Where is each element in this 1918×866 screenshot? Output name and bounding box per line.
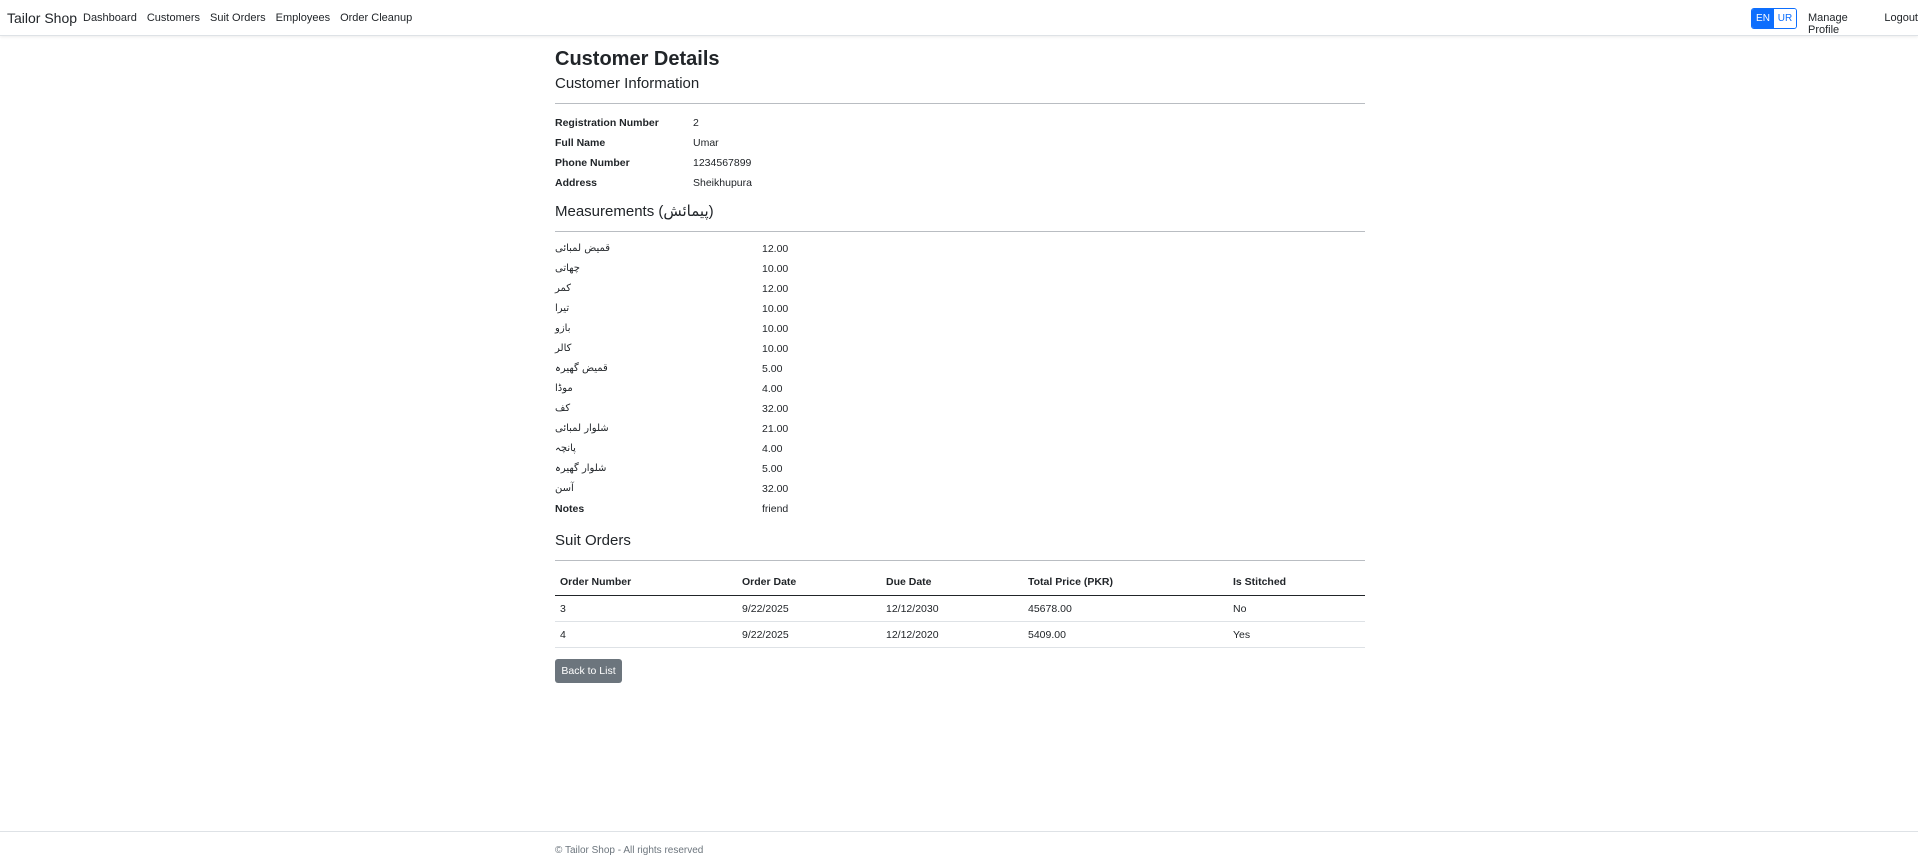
divider <box>555 231 1365 232</box>
column-header: Order Number <box>555 569 737 596</box>
info-label: Registration Number <box>555 117 659 129</box>
brand-link[interactable]: Tailor Shop <box>7 10 77 26</box>
measurement-label: شلوار گھیرہ <box>555 463 607 474</box>
nav-right: Manage Profile Logout <box>1808 12 1918 36</box>
measurement-value: 12.00 <box>762 283 789 295</box>
nav-order-cleanup[interactable]: Order Cleanup <box>340 12 412 24</box>
nav-dashboard[interactable]: Dashboard <box>83 12 137 24</box>
suit-orders-heading: Suit Orders <box>555 532 631 549</box>
info-value: 1234567899 <box>693 157 752 169</box>
is-stitched-cell: Yes <box>1228 621 1365 648</box>
measurement-value: 4.00 <box>762 383 783 395</box>
column-header: Due Date <box>881 569 1023 596</box>
measurement-value: 10.00 <box>762 263 789 275</box>
footer-copyright: © Tailor Shop - All rights reserved <box>555 845 704 856</box>
measurement-value: 5.00 <box>762 463 783 475</box>
measurement-label: آسن <box>555 483 574 494</box>
manage-profile-link[interactable]: Manage Profile <box>1808 12 1878 36</box>
measurement-label: قمیض گھیرہ <box>555 363 608 374</box>
column-header: Order Date <box>737 569 881 596</box>
column-header: Is Stitched <box>1228 569 1365 596</box>
measurement-value: 10.00 <box>762 343 789 355</box>
measurement-label: موڈا <box>555 383 573 394</box>
info-label: Full Name <box>555 137 606 149</box>
measurement-value: 10.00 <box>762 323 789 335</box>
total-price-cell: 45678.00 <box>1023 595 1228 622</box>
measurement-label: کف <box>555 403 571 414</box>
top-navbar: Tailor Shop Dashboard Customers Suit Ord… <box>0 0 1918 36</box>
column-header: Total Price (PKR) <box>1023 569 1228 596</box>
back-to-list-button[interactable]: Back to List <box>555 659 622 683</box>
due-date-cell: 12/12/2030 <box>881 595 1023 622</box>
language-toggle: EN UR <box>1751 8 1797 29</box>
measurements-heading: Measurements (پیمائش) <box>555 203 714 220</box>
notes-value: friend <box>762 503 789 515</box>
info-value: Sheikhupura <box>693 177 752 189</box>
nav-suit-orders[interactable]: Suit Orders <box>210 12 266 24</box>
measurement-value: 21.00 <box>762 423 789 435</box>
due-date-cell: 12/12/2020 <box>881 621 1023 648</box>
measurement-label: کمر <box>555 283 572 294</box>
order-date-cell: 9/22/2025 <box>737 621 881 648</box>
measurement-label: قمیض لمبائی <box>555 243 611 254</box>
table-row: 4 9/22/2025 12/12/2020 5409.00 Yes <box>555 621 1365 648</box>
customer-info-heading: Customer Information <box>555 75 700 92</box>
info-label: Address <box>555 177 598 189</box>
measurement-value: 12.00 <box>762 243 789 255</box>
lang-en-button[interactable]: EN <box>1752 9 1774 28</box>
nav-employees[interactable]: Employees <box>276 12 330 24</box>
page-title: Customer Details <box>555 48 720 70</box>
info-label: Phone Number <box>555 157 630 169</box>
suit-orders-table: Order Number Order Date Due Date Total P… <box>555 569 1365 648</box>
info-value: 2 <box>693 117 699 129</box>
measurement-value: 10.00 <box>762 303 789 315</box>
measurement-label: تیرا <box>555 303 570 314</box>
measurement-label: چھاتی <box>555 263 580 274</box>
measurement-value: 32.00 <box>762 483 789 495</box>
nav-links: Dashboard Customers Suit Orders Employee… <box>83 12 412 24</box>
divider <box>555 103 1365 104</box>
measurement-value: 5.00 <box>762 363 783 375</box>
is-stitched-cell: No <box>1228 595 1365 622</box>
table-row: 3 9/22/2025 12/12/2030 45678.00 No <box>555 595 1365 622</box>
measurement-label: کالر <box>555 343 572 354</box>
measurement-label: بازو <box>555 323 571 334</box>
total-price-cell: 5409.00 <box>1023 621 1228 648</box>
measurement-label: پانچہ <box>555 443 576 454</box>
logout-link[interactable]: Logout <box>1884 12 1918 36</box>
nav-customers[interactable]: Customers <box>147 12 200 24</box>
order-date-cell: 9/22/2025 <box>737 595 881 622</box>
measurement-label: شلوار لمبائی <box>555 423 609 434</box>
lang-ur-button[interactable]: UR <box>1774 9 1796 28</box>
order-number-cell: 3 <box>555 595 737 622</box>
order-number-cell: 4 <box>555 621 737 648</box>
footer-divider <box>0 831 1918 832</box>
notes-label: Notes <box>555 503 585 515</box>
divider <box>555 560 1365 561</box>
info-value: Umar <box>693 137 719 149</box>
measurement-value: 32.00 <box>762 403 789 415</box>
table-header-row: Order Number Order Date Due Date Total P… <box>555 569 1365 596</box>
measurement-value: 4.00 <box>762 443 783 455</box>
